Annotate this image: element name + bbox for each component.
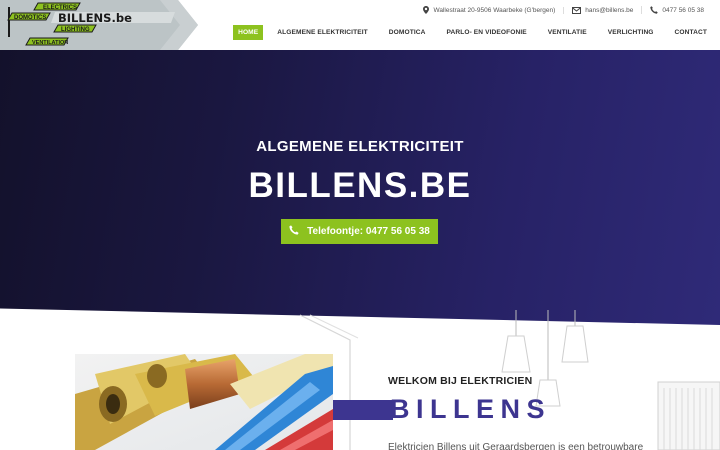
topbar-phone[interactable]: 0477 56 05 38 [641,6,712,14]
contact-topbar: Wallestraat 20-9506 Waarbeke (G'bergen) … [415,6,712,14]
nav-item-ventilatie[interactable]: VENTILATIE [541,25,594,40]
nav-item-algemene-elektriciteit[interactable]: ALGEMENE ELEKTRICITEIT [270,25,375,40]
topbar-email[interactable]: hans@billens.be [563,6,641,14]
nav-item-contact[interactable]: CONTACT [668,25,714,40]
logo[interactable]: ELECTRICS DOMOTICS BILLENS.be LIGHTING V… [0,0,200,50]
envelope-icon [572,6,582,14]
hero-subtitle: ALGEMENE ELEKTRICITEIT [256,138,464,155]
logo-word-domotics: DOMOTICS [14,15,46,21]
nav-item-parlo-videofonie[interactable]: PARLO- EN VIDEOFONIE [439,25,533,40]
topbar-address: Wallestraat 20-9506 Waarbeke (G'bergen) [415,6,563,14]
logo-word-ventilation: VENTILATION [32,40,68,46]
nav-item-verlichting[interactable]: VERLICHTING [601,25,661,40]
email-link[interactable]: hans@billens.be [585,7,633,14]
logo-word-lighting: LIGHTING [61,27,90,33]
main-nav: HOME ALGEMENE ELEKTRICITEIT DOMOTICA PAR… [226,25,714,40]
map-pin-icon [423,6,430,14]
brand-accent-bar [333,400,393,420]
brand-name: BILLENS [390,394,552,424]
logo-word-billens: BILLENS.be [58,11,132,25]
phone-icon [650,6,659,14]
intro-text: Elektricien Billens uit Geraardsbergen i… [388,442,644,450]
welcome-heading: WELKOM BIJ ELEKTRICIEN [388,375,533,387]
nav-item-domotica[interactable]: DOMOTICA [382,25,433,40]
phone-link[interactable]: 0477 56 05 38 [662,7,704,14]
phone-icon [289,225,299,238]
call-button[interactable]: Telefoontje: 0477 56 05 38 [281,219,438,244]
address-text: Wallestraat 20-9506 Waarbeke (G'bergen) [433,6,556,14]
nav-item-home[interactable]: HOME [233,25,264,40]
hero-title: BILLENS.BE [248,166,472,205]
call-button-label: Telefoontje: 0477 56 05 38 [307,226,430,237]
site-header: ELECTRICS DOMOTICS BILLENS.be LIGHTING V… [0,0,720,50]
wires-photo [75,354,333,450]
